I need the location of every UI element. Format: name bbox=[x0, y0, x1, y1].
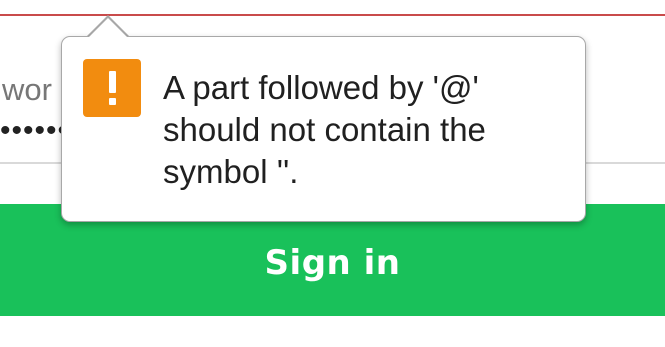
password-field-label: wor bbox=[2, 72, 52, 107]
validation-tooltip: A part followed by '@' should not contai… bbox=[61, 36, 586, 222]
tooltip-arrow-fill bbox=[88, 18, 128, 38]
sign-in-button-label: Sign in bbox=[264, 243, 401, 283]
warning-icon bbox=[83, 59, 141, 117]
email-field[interactable] bbox=[0, 0, 665, 16]
validation-message: A part followed by '@' should not contai… bbox=[163, 69, 486, 190]
password-input-value[interactable]: •••••• bbox=[0, 116, 69, 146]
